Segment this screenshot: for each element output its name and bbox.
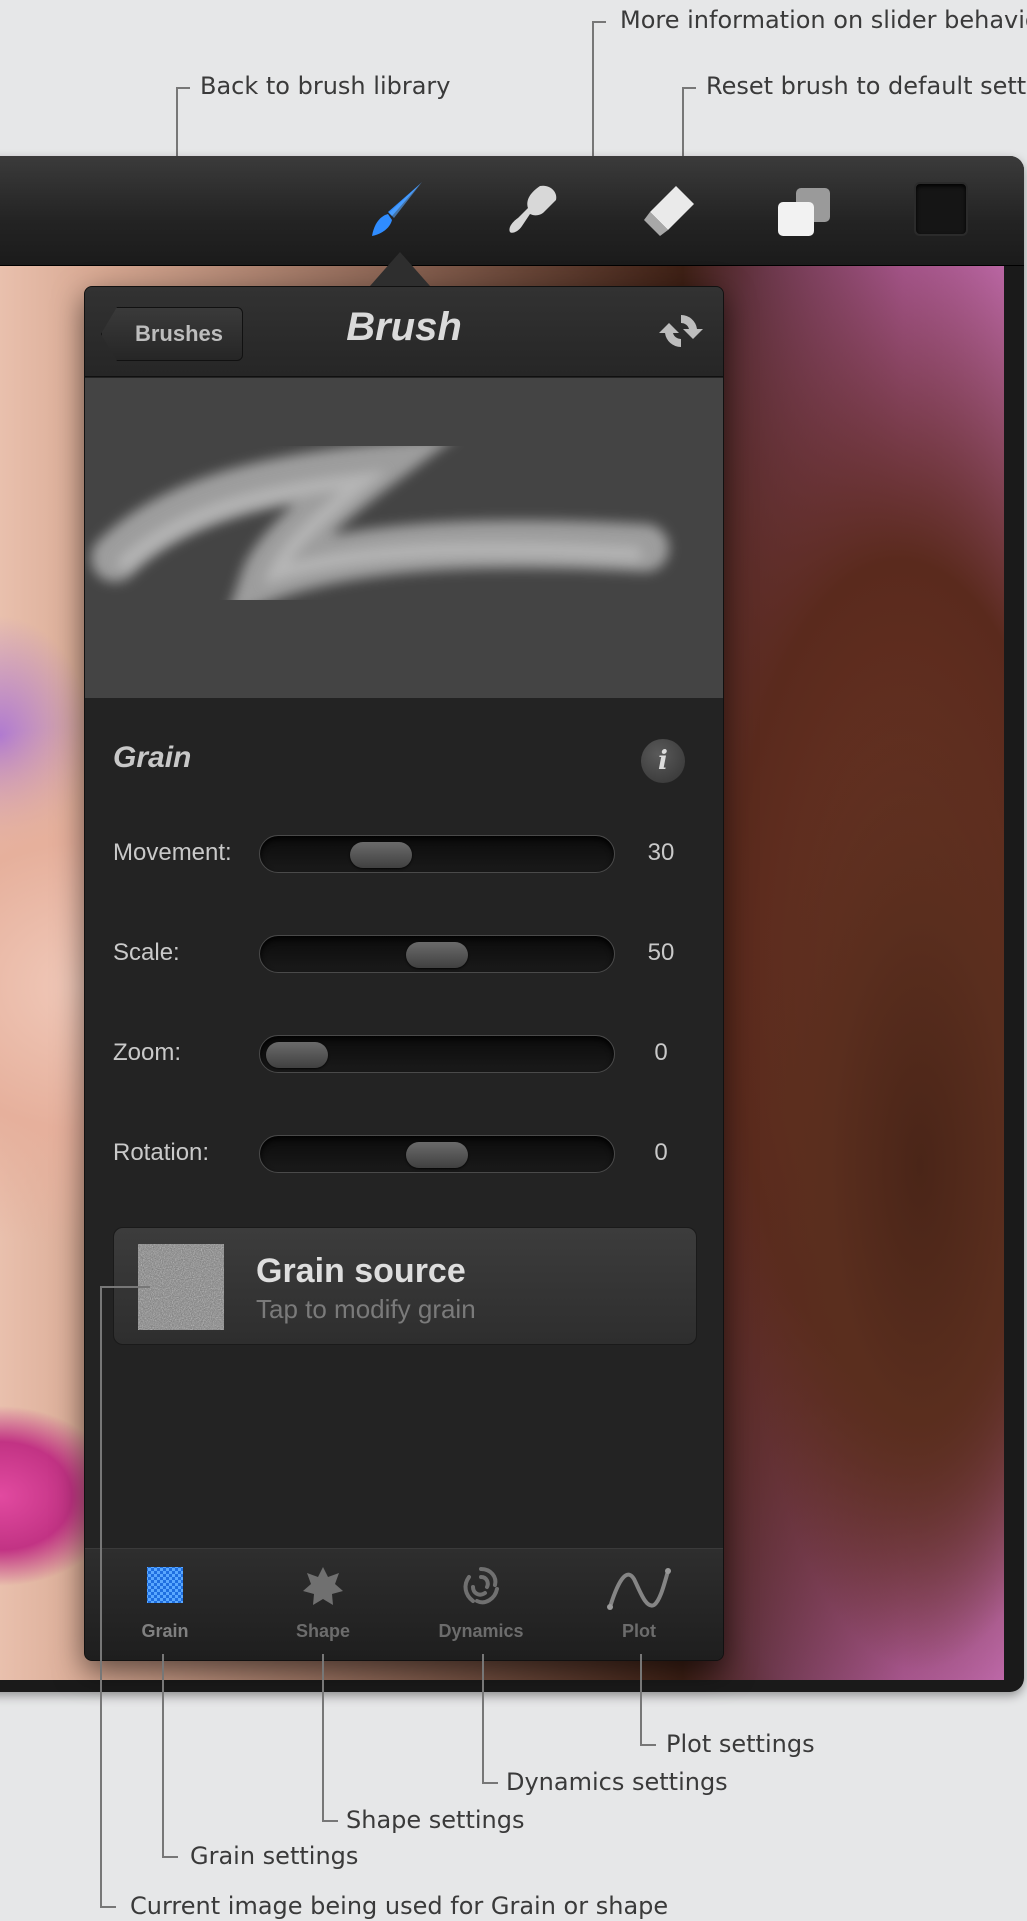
- grain-annotation: Grain settings: [190, 1842, 359, 1870]
- grain-source-title: Grain source: [256, 1252, 466, 1290]
- slider-label: Movement:: [113, 839, 232, 866]
- slider-thumb[interactable]: [266, 1042, 328, 1068]
- current-image-annotation: Current image being used for Grain or sh…: [130, 1892, 669, 1920]
- eraser-icon: [644, 186, 694, 236]
- current-image-leader-h2: [100, 1906, 116, 1908]
- dynamics-annotation: Dynamics settings: [506, 1768, 728, 1796]
- grain-leader-v: [162, 1654, 164, 1858]
- layers-icon: [778, 188, 830, 236]
- slider-value: 50: [647, 939, 675, 966]
- layers-tool-button[interactable]: [774, 184, 834, 245]
- slider-value: 0: [654, 1039, 668, 1066]
- movement-slider[interactable]: [259, 835, 615, 873]
- plot-leader-h: [640, 1744, 656, 1746]
- info-leader-h: [592, 21, 606, 23]
- top-toolbar: [0, 156, 1024, 266]
- section-title: Grain: [113, 741, 192, 774]
- tab-dynamics[interactable]: Dynamics: [411, 1549, 551, 1660]
- grain-thumbnail: [138, 1244, 224, 1330]
- movement-slider-row: Movement: 30: [85, 829, 723, 879]
- slider-value: 30: [647, 839, 675, 866]
- plot-annotation: Plot settings: [666, 1730, 815, 1758]
- dynamics-icon: [463, 1567, 499, 1605]
- color-swatch: [914, 182, 968, 236]
- reset-icon: [659, 314, 703, 348]
- zoom-slider-row: Zoom: 0: [85, 1029, 723, 1079]
- current-image-leader-h1: [100, 1286, 150, 1288]
- scale-slider-row: Scale: 50: [85, 929, 723, 979]
- shape-leader-h: [322, 1820, 338, 1822]
- tab-label: Shape: [295, 1621, 351, 1641]
- grain-source-subtitle: Tap to modify grain: [256, 1294, 476, 1324]
- slider-thumb[interactable]: [350, 842, 412, 868]
- reset-button[interactable]: [659, 309, 703, 358]
- brush-tool-button[interactable]: [364, 178, 428, 247]
- slider-thumb[interactable]: [406, 942, 468, 968]
- rotation-slider-row: Rotation: 0: [85, 1129, 723, 1179]
- panel-header: Brushes Brush: [85, 287, 723, 377]
- grain-icon: [147, 1567, 183, 1603]
- color-swatch-button[interactable]: [914, 182, 968, 236]
- rotation-slider[interactable]: [259, 1135, 615, 1173]
- brush-panel: Brushes Brush Grain i Movement: 30 Scale…: [84, 286, 724, 1661]
- slider-value: 0: [654, 1139, 668, 1166]
- eraser-tool-button[interactable]: [636, 178, 700, 247]
- dynamics-leader-h: [482, 1782, 498, 1784]
- slider-label: Scale:: [113, 939, 180, 966]
- scale-slider[interactable]: [259, 935, 615, 973]
- smudge-icon: [509, 185, 557, 233]
- tab-shape[interactable]: Shape: [253, 1549, 393, 1660]
- stroke-preview: [85, 378, 723, 698]
- settings-tabbar: Grain Shape Dynamics Plot: [85, 1548, 723, 1660]
- tab-grain[interactable]: Grain: [95, 1549, 235, 1660]
- dynamics-leader-v: [482, 1654, 484, 1784]
- plot-leader-v: [640, 1654, 642, 1746]
- brush-icon: [372, 182, 422, 236]
- slider-label: Zoom:: [113, 1039, 182, 1066]
- current-image-leader-v: [100, 1286, 102, 1908]
- plot-icon: [607, 1568, 671, 1610]
- tab-plot[interactable]: Plot: [569, 1549, 709, 1660]
- shape-leader-v: [322, 1654, 324, 1822]
- zoom-slider[interactable]: [259, 1035, 615, 1073]
- tab-label: Grain: [141, 1621, 189, 1641]
- info-annotation: More information on slider behaviour: [620, 6, 1027, 34]
- brush-stroke-preview: [91, 435, 669, 619]
- shape-annotation: Shape settings: [346, 1806, 525, 1834]
- reset-leader-h: [682, 87, 696, 89]
- info-button[interactable]: i: [641, 739, 685, 783]
- back-annotation: Back to brush library: [200, 72, 451, 100]
- smudge-tool-button[interactable]: [500, 178, 564, 247]
- tab-label: Plot: [622, 1621, 656, 1641]
- slider-thumb[interactable]: [406, 1142, 468, 1168]
- popover-arrow: [370, 252, 430, 286]
- grain-source-button[interactable]: Grain source Tap to modify grain: [113, 1227, 697, 1345]
- tab-label: Dynamics: [438, 1621, 524, 1641]
- panel-title: Brush: [346, 305, 462, 349]
- shape-icon: [303, 1567, 343, 1605]
- reset-annotation: Reset brush to default settings: [706, 72, 1027, 100]
- back-leader-h: [176, 87, 190, 89]
- grain-leader-h: [162, 1856, 178, 1858]
- slider-label: Rotation:: [113, 1139, 210, 1166]
